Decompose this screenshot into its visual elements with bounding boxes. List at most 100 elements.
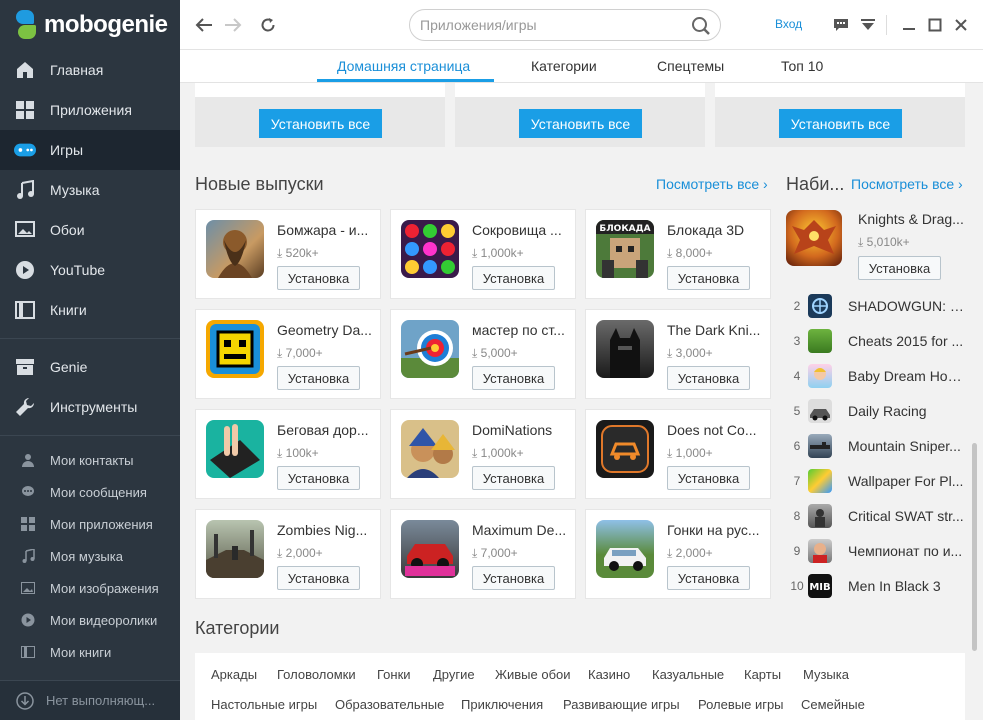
app-name: Geometry Da... bbox=[277, 322, 372, 338]
close-button[interactable] bbox=[951, 15, 971, 35]
tab-home[interactable]: Домашняя страница bbox=[337, 58, 470, 74]
sidebar-item-my-books[interactable]: Мои книги bbox=[0, 636, 180, 668]
sidebar-item-wallpapers[interactable]: Обои bbox=[0, 210, 180, 250]
minimize-button[interactable] bbox=[899, 15, 919, 35]
install-button[interactable]: Установка bbox=[277, 466, 360, 490]
app-card[interactable]: БЛОКАДА Блокада 3D ⤓ 8,000+ Установка bbox=[585, 209, 771, 299]
app-name: Mountain Sniper... bbox=[848, 437, 961, 454]
install-button[interactable]: Установка bbox=[277, 366, 360, 390]
category-link[interactable]: Образовательные bbox=[335, 697, 444, 712]
logo-text: mobogenie bbox=[44, 11, 168, 38]
install-button[interactable]: Установка bbox=[277, 266, 360, 290]
top-list-item[interactable]: 8 Critical SWAT str... bbox=[786, 498, 966, 533]
app-card[interactable]: Geometry Da... ⤓ 7,000+ Установка bbox=[195, 309, 381, 399]
download-status[interactable]: Нет выполняющ... bbox=[0, 680, 180, 720]
top-list-first-item[interactable]: Knights & Drag... ⤓ 5,010k+ Установка bbox=[786, 207, 966, 287]
tab-categories[interactable]: Категории bbox=[531, 58, 597, 74]
maximize-button[interactable] bbox=[925, 15, 945, 35]
menu-dropdown-button[interactable] bbox=[858, 15, 878, 35]
back-button[interactable] bbox=[192, 13, 216, 37]
install-button[interactable]: Установка bbox=[472, 466, 555, 490]
top-list-item[interactable]: 10 MIB Men In Black 3 bbox=[786, 568, 966, 603]
sidebar-item-books[interactable]: Книги bbox=[0, 290, 180, 330]
logo[interactable]: mobogenie bbox=[0, 0, 180, 50]
install-button[interactable]: Установка bbox=[667, 466, 750, 490]
install-button[interactable]: Установка bbox=[858, 256, 941, 280]
forward-button[interactable] bbox=[221, 13, 245, 37]
home-icon bbox=[14, 59, 36, 81]
sidebar-item-messages[interactable]: Мои сообщения bbox=[0, 476, 180, 508]
top-list-item[interactable]: 7 Wallpaper For Pl... bbox=[786, 463, 966, 498]
category-link[interactable]: Живые обои bbox=[495, 667, 571, 682]
see-all-top-list-link[interactable]: Посмотреть все › bbox=[851, 176, 963, 192]
category-link[interactable]: Казино bbox=[588, 667, 630, 682]
app-card[interactable]: Беговая дор... ⤓ 100k+ Установка bbox=[195, 409, 381, 499]
category-link[interactable]: Приключения bbox=[461, 697, 543, 712]
sidebar-item-contacts[interactable]: Мои контакты bbox=[0, 444, 180, 476]
sidebar-item-home[interactable]: Главная bbox=[0, 50, 180, 90]
category-link[interactable]: Карты bbox=[744, 667, 781, 682]
category-link[interactable]: Настольные игры bbox=[211, 697, 317, 712]
sidebar-item-youtube[interactable]: YouTube bbox=[0, 250, 180, 290]
install-button[interactable]: Установка bbox=[667, 266, 750, 290]
scrollbar-thumb[interactable] bbox=[972, 443, 977, 651]
sidebar-item-apps[interactable]: Приложения bbox=[0, 90, 180, 130]
install-all-button[interactable]: Установить все bbox=[259, 109, 382, 138]
category-link[interactable]: Другие bbox=[433, 667, 475, 682]
app-card[interactable]: The Dark Kni... ⤓ 3,000+ Установка bbox=[585, 309, 771, 399]
sidebar-item-my-apps[interactable]: Мои приложения bbox=[0, 508, 180, 540]
top-list-item[interactable]: 6 Mountain Sniper... bbox=[786, 428, 966, 463]
sidebar-item-games[interactable]: Игры bbox=[0, 130, 180, 170]
install-all-button[interactable]: Установить все bbox=[519, 109, 642, 138]
sidebar-item-tools[interactable]: Инструменты bbox=[0, 387, 180, 427]
feedback-button[interactable] bbox=[831, 15, 851, 35]
collection-footer: Установить все bbox=[715, 83, 965, 147]
app-card[interactable]: Гонки на рус... ⤓ 2,000+ Установка bbox=[585, 509, 771, 599]
app-card[interactable]: Сокровища ... ⤓ 1,000k+ Установка bbox=[390, 209, 576, 299]
search-icon[interactable] bbox=[691, 16, 711, 41]
app-name: The Dark Kni... bbox=[667, 322, 761, 338]
sidebar-item-my-images[interactable]: Мои изображения bbox=[0, 572, 180, 604]
download-status-text: Нет выполняющ... bbox=[46, 693, 156, 708]
install-button[interactable]: Установка bbox=[472, 566, 555, 590]
install-button[interactable]: Установка bbox=[667, 566, 750, 590]
main-content: Установить все Установить все Установить… bbox=[180, 83, 983, 720]
top-list-item[interactable]: 2 SHADOWGUN: D... bbox=[786, 288, 966, 323]
category-link[interactable]: Головоломки bbox=[277, 667, 356, 682]
search-input[interactable] bbox=[420, 17, 680, 33]
top-list-item[interactable]: 4 Baby Dream Hou... bbox=[786, 358, 966, 393]
sidebar-item-my-videos[interactable]: Мои видеоролики bbox=[0, 604, 180, 636]
tab-top-10[interactable]: Топ 10 bbox=[781, 58, 823, 74]
top-list-item[interactable]: 5 Daily Racing bbox=[786, 393, 966, 428]
refresh-button[interactable] bbox=[256, 13, 280, 37]
category-link[interactable]: Развивающие игры bbox=[563, 697, 680, 712]
sidebar-item-music[interactable]: Музыка bbox=[0, 170, 180, 210]
app-card[interactable]: Maximum De... ⤓ 7,000+ Установка bbox=[390, 509, 576, 599]
sidebar-item-genie[interactable]: Genie bbox=[0, 347, 180, 387]
app-card[interactable]: мастер по ст... ⤓ 5,000+ Установка bbox=[390, 309, 576, 399]
install-button[interactable]: Установка bbox=[667, 366, 750, 390]
install-all-button[interactable]: Установить все bbox=[779, 109, 902, 138]
app-card[interactable]: Бомжара - и... ⤓ 520k+ Установка bbox=[195, 209, 381, 299]
app-card[interactable]: DomiNations ⤓ 1,000k+ Установка bbox=[390, 409, 576, 499]
top-list-item[interactable]: 3 Cheats 2015 for ... bbox=[786, 323, 966, 358]
login-link[interactable]: Вход bbox=[775, 17, 802, 31]
category-link[interactable]: Музыка bbox=[803, 667, 849, 682]
sidebar-item-label: Мои книги bbox=[50, 644, 112, 660]
install-button[interactable]: Установка bbox=[472, 366, 555, 390]
install-button[interactable]: Установка bbox=[277, 566, 360, 590]
category-link[interactable]: Семейные bbox=[801, 697, 865, 712]
category-link[interactable]: Казуальные bbox=[652, 667, 724, 682]
sidebar-item-label: Мои видеоролики bbox=[50, 612, 158, 628]
app-name: Knights & Drag... bbox=[858, 211, 964, 227]
tab-special-topics[interactable]: Спецтемы bbox=[657, 58, 724, 74]
category-link[interactable]: Аркады bbox=[211, 667, 257, 682]
install-button[interactable]: Установка bbox=[472, 266, 555, 290]
category-link[interactable]: Ролевые игры bbox=[698, 697, 784, 712]
sidebar-item-my-music[interactable]: Моя музыка bbox=[0, 540, 180, 572]
app-card[interactable]: Does not Co... ⤓ 1,000+ Установка bbox=[585, 409, 771, 499]
top-list-item[interactable]: 9 Чемпионат по и... bbox=[786, 533, 966, 568]
app-card[interactable]: Zombies Nig... ⤓ 2,000+ Установка bbox=[195, 509, 381, 599]
category-link[interactable]: Гонки bbox=[377, 667, 411, 682]
see-all-new-releases-link[interactable]: Посмотреть все › bbox=[656, 176, 768, 192]
